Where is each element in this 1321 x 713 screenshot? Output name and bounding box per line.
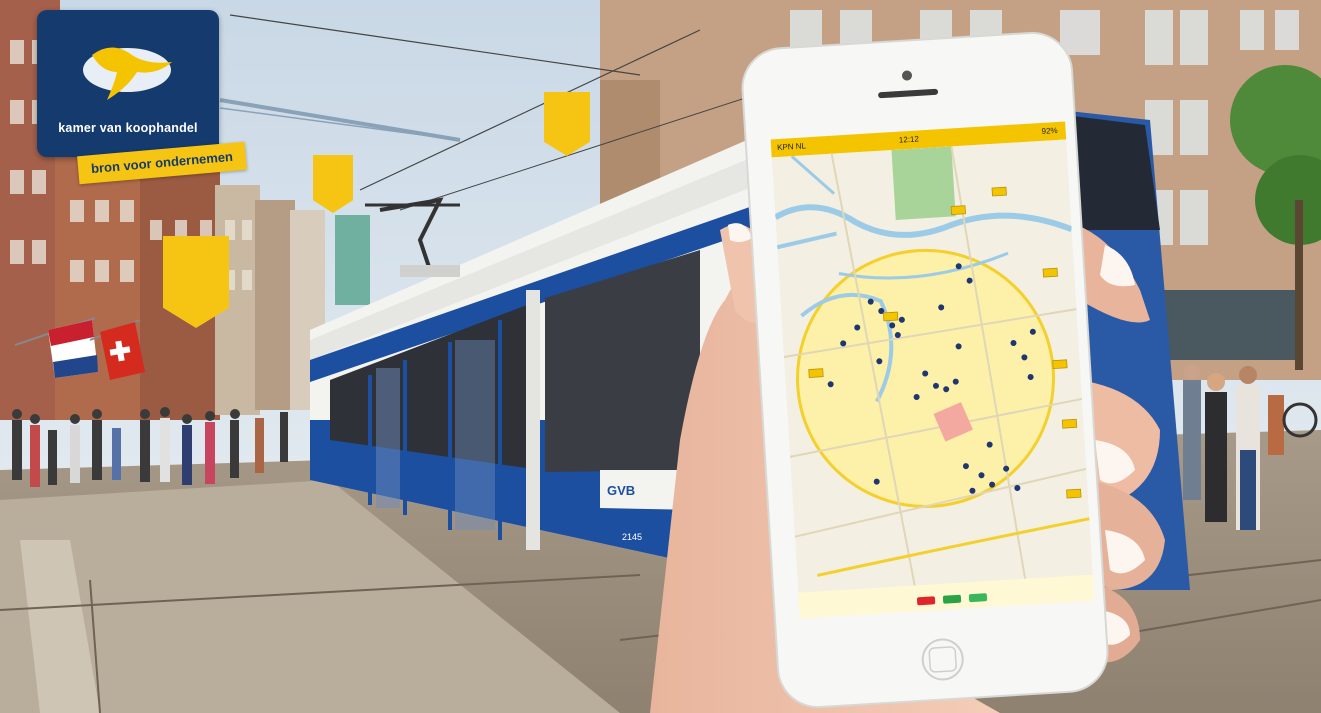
kvk-logo: kamer van koophandel <box>37 10 219 157</box>
tram-operator-logo: GVB <box>607 483 635 498</box>
green-map-button-2[interactable] <box>968 593 988 603</box>
kvk-swoosh-icon <box>83 47 172 100</box>
photo-scene: GVB 2145 kamer van koophandel bron voor … <box>0 0 1321 713</box>
battery-level: 92% <box>1041 125 1058 136</box>
kvk-logo-text: kamer van koophandel <box>58 121 198 135</box>
clock: 12:12 <box>898 134 920 145</box>
carrier-label: KPN NL <box>776 141 807 153</box>
green-map-button[interactable] <box>942 594 962 604</box>
phone-screen: KPN NL 12:12 92% <box>770 121 1095 619</box>
red-map-button[interactable] <box>916 596 936 606</box>
tram-number: 2145 <box>622 532 642 542</box>
map-view[interactable] <box>771 139 1095 619</box>
